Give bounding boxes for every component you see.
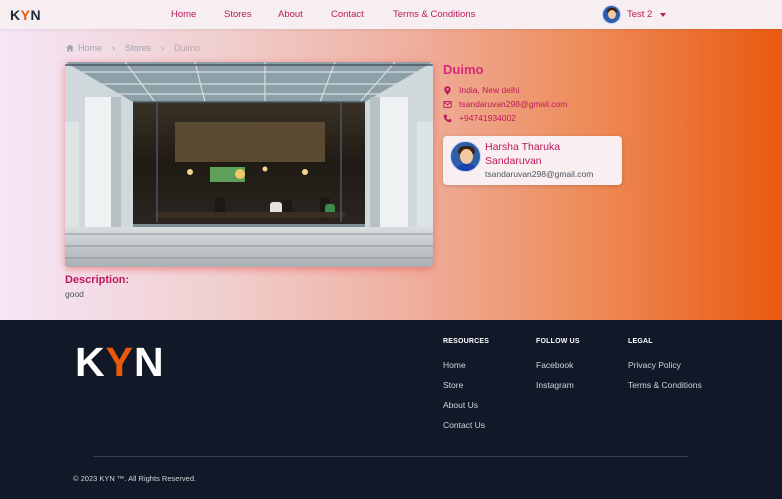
logo-letter-n: N <box>30 7 42 23</box>
chevron-right-icon: › <box>112 43 116 53</box>
home-icon <box>66 44 74 52</box>
phone-icon <box>443 114 452 122</box>
store-location: India, New delhi <box>443 85 519 95</box>
location-pin-icon <box>444 85 451 95</box>
breadcrumb-current: Duimo <box>174 43 201 53</box>
phone-text[interactable]: +94741934002 <box>459 113 516 123</box>
owner-name: Harsha Tharuka Sandaruvan <box>485 141 561 167</box>
footer-logo: KYN <box>75 338 165 386</box>
footer-heading-follow-us: FOLLOW US <box>536 338 580 345</box>
description-label: Description: <box>65 274 130 286</box>
store-phone: +94741934002 <box>443 113 516 123</box>
owner-card[interactable]: Harsha Tharuka Sandaruvan tsandaruvan298… <box>443 136 622 185</box>
footer-link-facebook[interactable]: Facebook <box>536 360 573 370</box>
email-text[interactable]: tsandaruvan298@gmail.com <box>459 99 567 109</box>
logo-letter-y: Y <box>105 339 134 385</box>
user-avatar[interactable] <box>602 5 621 24</box>
footer: KYN RESOURCES Home Store About Us Contac… <box>0 320 782 499</box>
owner-email: tsandaruvan298@gmail.com <box>485 169 594 179</box>
owner-avatar <box>450 141 481 172</box>
user-menu[interactable]: Test 2 <box>602 5 667 24</box>
store-image <box>65 62 433 267</box>
description-text: good <box>65 289 84 299</box>
footer-link-about-us[interactable]: About Us <box>443 400 478 410</box>
nav-link-contact[interactable]: Contact <box>331 9 364 20</box>
footer-link-instagram[interactable]: Instagram <box>536 380 574 390</box>
chevron-down-icon[interactable] <box>660 12 667 17</box>
footer-link-privacy-policy[interactable]: Privacy Policy <box>628 360 681 370</box>
footer-heading-legal: LEGAL <box>628 338 653 345</box>
footer-heading-resources: RESOURCES <box>443 338 490 345</box>
mail-icon <box>443 100 452 108</box>
footer-divider <box>93 456 688 457</box>
footer-link-store[interactable]: Store <box>443 380 463 390</box>
location-text: India, New delhi <box>459 85 520 95</box>
user-name[interactable]: Test 2 <box>627 9 652 20</box>
store-name: Duimo <box>443 62 484 77</box>
logo-letter-k: K <box>10 7 21 23</box>
copyright-text: © 2023 KYN ™. All Rights Reserved. <box>73 474 197 483</box>
footer-link-terms[interactable]: Terms & Conditions <box>628 380 702 390</box>
breadcrumb: Home › Stores › Duimo <box>66 43 200 53</box>
logo-letter-k: K <box>75 339 106 385</box>
top-navbar: KYN Home Stores About Contact Terms & Co… <box>0 0 782 29</box>
store-detail-section: Home › Stores › Duimo Description: good … <box>0 29 782 320</box>
brand-logo[interactable]: KYN <box>10 7 41 23</box>
footer-link-contact-us[interactable]: Contact Us <box>443 420 485 430</box>
store-email: tsandaruvan298@gmail.com <box>443 99 567 109</box>
nav-link-home[interactable]: Home <box>171 9 196 20</box>
logo-letter-n: N <box>133 339 165 385</box>
chevron-right-icon: › <box>161 43 165 53</box>
logo-letter-y: Y <box>20 7 31 23</box>
breadcrumb-home[interactable]: Home <box>78 43 102 53</box>
breadcrumb-stores[interactable]: Stores <box>125 43 151 53</box>
nav-link-stores[interactable]: Stores <box>224 9 251 20</box>
nav-link-terms[interactable]: Terms & Conditions <box>393 9 475 20</box>
footer-link-home[interactable]: Home <box>443 360 466 370</box>
nav-link-about[interactable]: About <box>278 9 303 20</box>
